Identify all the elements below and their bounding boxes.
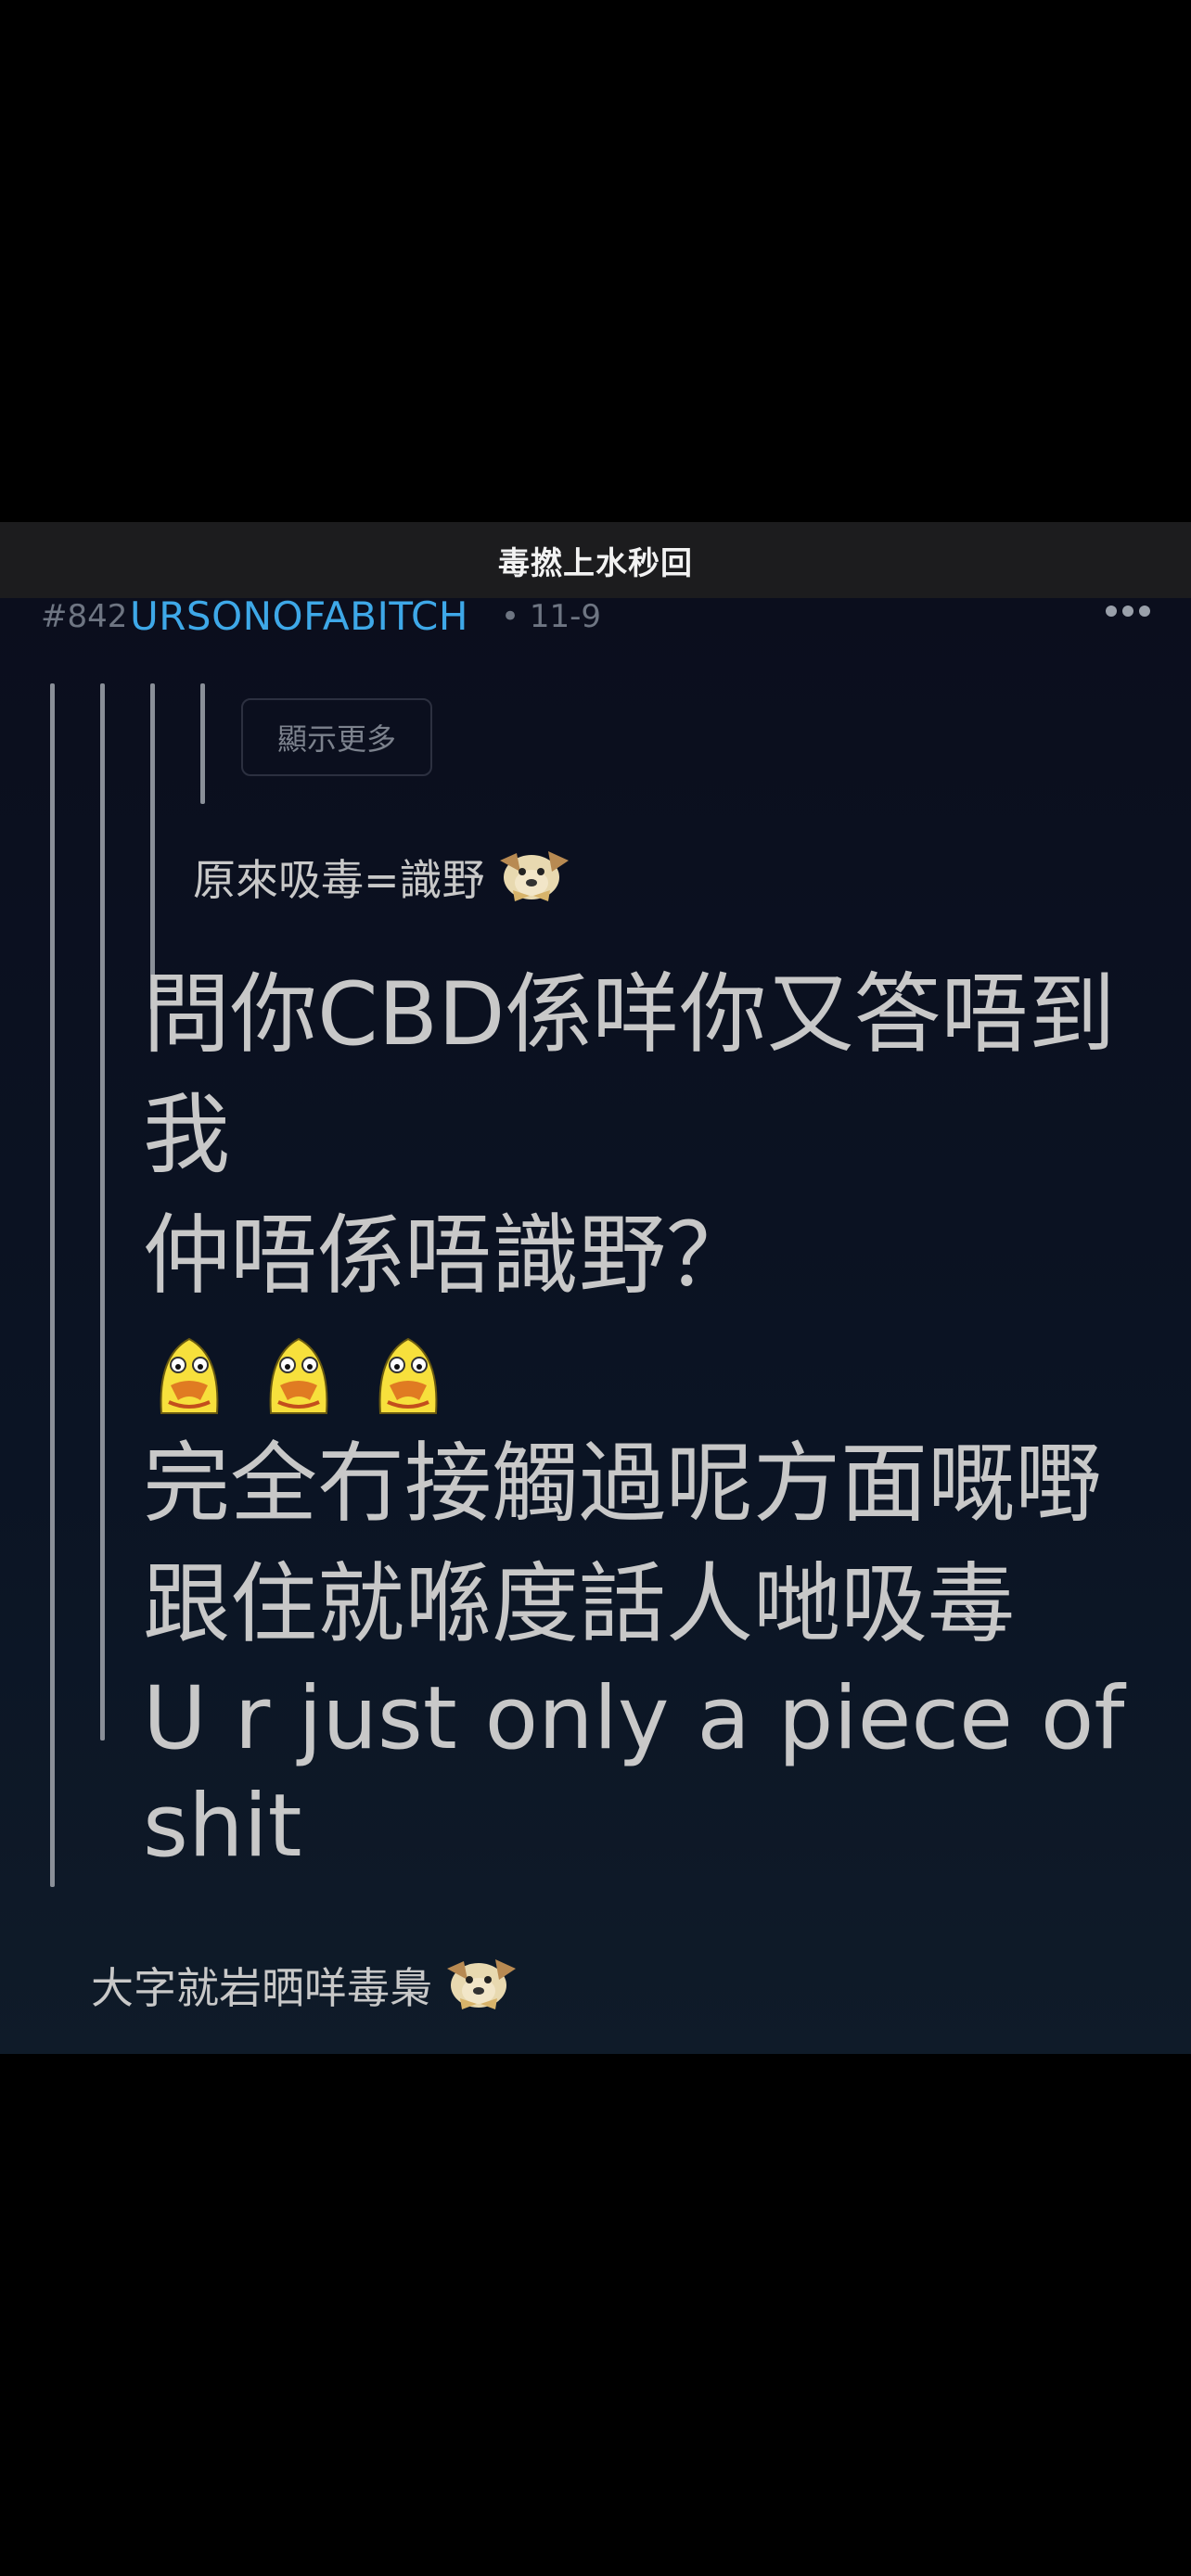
reply-big-text: 問你CBD係咩你又答唔到 我 仲唔係唔識野？ 完全冇接觸過呢方面嘅嘢 跟住就喺度… <box>143 955 1172 1881</box>
yellow-chick-emoji-icon <box>378 1337 438 1414</box>
post-header: #842 URSONOFABITCH • 11-9 <box>0 596 1191 637</box>
quoted-text-label: 原來吸毒=識野 <box>193 855 485 905</box>
dot <box>1139 606 1150 617</box>
dot <box>1106 606 1117 617</box>
post-number: #842 <box>41 598 128 635</box>
reply-line: U r just only a piece of <box>143 1668 1125 1769</box>
comment-text: 大字就岩晒咩毒梟 <box>91 1952 519 2024</box>
emoji-row <box>143 1322 1172 1426</box>
top-bar: 毒撚上水秒回 <box>0 522 1191 598</box>
dog-face-emoji-icon <box>440 1952 519 2024</box>
yellow-chick-emoji-icon <box>160 1337 219 1414</box>
show-more-button[interactable]: 顯示更多 <box>241 698 432 776</box>
dot <box>1122 606 1133 617</box>
more-dots-icon[interactable] <box>1106 606 1150 617</box>
post-content: #842 URSONOFABITCH • 11-9 顯示更多 原來吸毒=識野 問… <box>0 596 1191 2054</box>
post-date: • 11-9 <box>501 598 602 635</box>
quote-bar-middle <box>100 683 105 1741</box>
reply-line: 完全冇接觸過呢方面嘅嘢 <box>143 1434 1103 1535</box>
quoted-text: 原來吸毒=識野 <box>193 844 572 916</box>
thread-title: 毒撚上水秒回 <box>498 544 693 582</box>
dog-face-emoji-icon <box>493 844 572 916</box>
quote-bar-innermost <box>200 683 205 804</box>
reply-line: 跟住就喺度話人哋吸毒 <box>143 1554 1016 1655</box>
quote-bar-outer <box>50 683 55 1887</box>
reply-line: shit <box>143 1776 302 1877</box>
reply-line: 仲唔係唔識野？ <box>143 1205 754 1307</box>
comment-label: 大字就岩晒咩毒梟 <box>91 1963 432 2013</box>
reply-line: 我 <box>143 1085 231 1186</box>
post-username[interactable]: URSONOFABITCH <box>130 596 468 637</box>
reply-line: 問你CBD係咩你又答唔到 <box>143 964 1116 1065</box>
yellow-chick-emoji-icon <box>269 1337 328 1414</box>
